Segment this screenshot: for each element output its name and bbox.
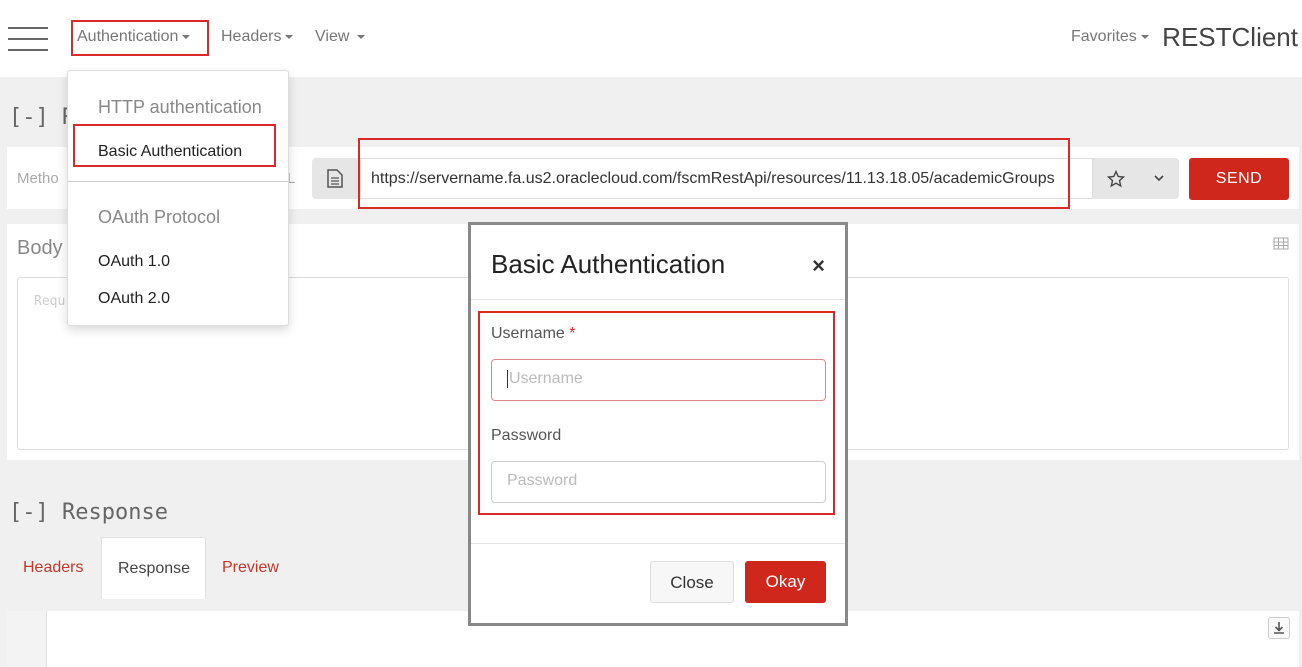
caret-down-icon bbox=[285, 34, 294, 39]
favorites-menu-label: Favorites bbox=[1071, 28, 1137, 45]
headers-menu-label: Headers bbox=[221, 28, 282, 45]
chevron-down-icon[interactable] bbox=[1153, 172, 1165, 184]
table-icon[interactable] bbox=[1273, 237, 1289, 250]
authentication-highlight bbox=[71, 20, 209, 56]
view-menu-label: View bbox=[315, 28, 350, 45]
brand-title: RESTClient bbox=[1162, 22, 1298, 52]
download-icon bbox=[1274, 622, 1284, 634]
line-gutter bbox=[7, 611, 47, 667]
body-label: Body bbox=[17, 237, 63, 259]
okay-button[interactable]: Okay bbox=[745, 561, 826, 603]
close-button[interactable]: Close bbox=[650, 561, 734, 603]
oauth1-item[interactable]: OAuth 1.0 bbox=[98, 253, 170, 271]
view-menu[interactable]: View bbox=[315, 28, 366, 46]
body-placeholder: Requ bbox=[34, 294, 66, 309]
method-label: Metho bbox=[17, 170, 59, 187]
fields-highlight bbox=[478, 311, 835, 515]
oauth2-item[interactable]: OAuth 2.0 bbox=[98, 290, 170, 308]
request-section-title[interactable]: [-] R bbox=[9, 105, 75, 130]
modal-footer-divider bbox=[471, 543, 845, 544]
response-section-title[interactable]: [-] Response bbox=[9, 500, 168, 525]
caret-down-icon bbox=[357, 34, 366, 39]
basic-auth-highlight bbox=[73, 124, 276, 167]
modal-divider bbox=[471, 299, 845, 300]
url-highlight bbox=[358, 138, 1070, 209]
headers-menu[interactable]: Headers bbox=[221, 28, 294, 46]
tab-response[interactable]: Response bbox=[101, 537, 206, 599]
star-icon[interactable] bbox=[1107, 170, 1125, 188]
tab-preview[interactable]: Preview bbox=[206, 537, 295, 599]
tab-headers[interactable]: Headers bbox=[7, 537, 99, 599]
send-button[interactable]: SEND bbox=[1189, 158, 1289, 200]
url-file-button[interactable] bbox=[312, 158, 358, 199]
dropdown-divider bbox=[68, 181, 288, 182]
file-icon bbox=[327, 169, 343, 188]
download-button[interactable] bbox=[1268, 617, 1290, 639]
basic-auth-modal: Basic Authentication × Username * Userna… bbox=[468, 222, 848, 626]
modal-title: Basic Authentication bbox=[491, 249, 726, 279]
close-icon[interactable]: × bbox=[812, 253, 825, 279]
url-actions bbox=[1093, 158, 1179, 199]
http-auth-header: HTTP authentication bbox=[98, 97, 262, 117]
authentication-dropdown: HTTP authentication Basic Authentication… bbox=[67, 70, 289, 326]
caret-down-icon bbox=[1140, 34, 1149, 39]
menu-icon[interactable] bbox=[8, 27, 48, 51]
favorites-menu[interactable]: Favorites bbox=[1071, 28, 1149, 46]
oauth-header: OAuth Protocol bbox=[98, 207, 221, 227]
